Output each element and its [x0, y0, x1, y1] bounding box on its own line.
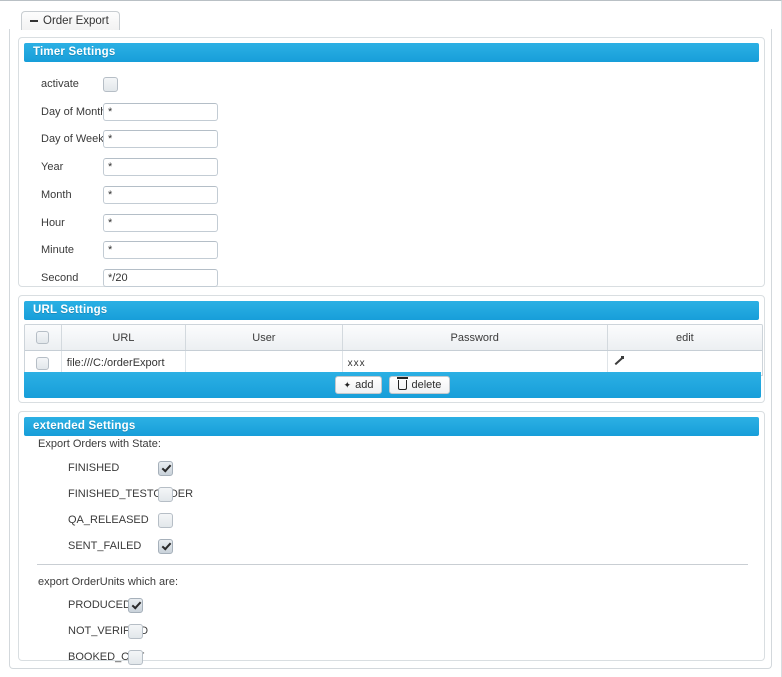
heading-export-orderunits: export OrderUnits which are: — [38, 576, 178, 588]
heading-export-orders-with-state: Export Orders with State: — [38, 438, 161, 450]
row-minute: Minute — [19, 240, 218, 260]
checkbox-unit-booked-out[interactable] — [128, 649, 143, 665]
panel-timer-settings-title: Timer Settings — [24, 43, 759, 62]
label-unit-produced: PRODUCED — [68, 599, 131, 611]
row-hour: Hour — [19, 213, 218, 233]
checkbox-activate[interactable] — [103, 76, 118, 92]
order-export-section: Timer Settings activate Day of Month Day… — [9, 29, 772, 669]
group-divider — [37, 564, 748, 565]
label-state-finished: FINISHED — [68, 462, 120, 474]
add-button[interactable]: ✦ add — [334, 376, 383, 394]
page-frame: Order Export Timer Settings activate Day… — [0, 0, 782, 677]
row-state-finished-testorder: FINISHED_TESTORDER — [38, 486, 194, 502]
th-user[interactable]: User — [185, 325, 343, 351]
label-unit-booked-out: BOOKED_OUT — [68, 651, 145, 663]
checkbox-state-sent-failed[interactable] — [158, 538, 173, 554]
panel-timer-settings: Timer Settings activate Day of Month Day… — [18, 37, 765, 287]
input-hour[interactable] — [103, 214, 218, 232]
row-month: Month — [19, 185, 218, 205]
row-activate: activate — [19, 74, 118, 94]
label-state-qa-released: QA_RELEASED — [68, 514, 149, 526]
label-state-sent-failed: SENT_FAILED — [68, 540, 142, 552]
label-day-of-week: Day of Week — [41, 133, 104, 145]
label-day-of-month: Day of Month — [41, 106, 107, 118]
label-year: Year — [41, 161, 64, 173]
th-url[interactable]: URL — [61, 325, 187, 351]
label-month: Month — [41, 189, 72, 201]
label-second: Second — [41, 272, 79, 284]
row-state-sent-failed: SENT_FAILED — [38, 538, 173, 554]
panel-extended-settings-title: extended Settings — [24, 417, 759, 436]
tab-order-export[interactable]: Order Export — [21, 11, 120, 30]
minus-icon[interactable] — [30, 20, 38, 22]
row-unit-not-verified: NOT_VERIFIED — [38, 623, 149, 639]
table-header-row: URL User Password edit — [25, 325, 762, 351]
trash-icon — [397, 377, 409, 390]
tab-label: Order Export — [43, 15, 109, 27]
input-second[interactable] — [103, 269, 218, 287]
input-minute[interactable] — [103, 241, 218, 259]
panel-url-settings: URL Settings URL User Password edit file… — [18, 295, 765, 403]
input-month[interactable] — [103, 186, 218, 204]
row-year: Year — [19, 157, 218, 177]
add-button-label: add — [355, 379, 374, 391]
th-password[interactable]: Password — [342, 325, 608, 351]
label-activate: activate — [41, 78, 79, 90]
th-select-all[interactable] — [25, 325, 62, 351]
label-state-finished-testorder: FINISHED_TESTORDER — [68, 488, 194, 500]
row-unit-produced: PRODUCED — [38, 597, 143, 613]
input-day-of-month[interactable] — [103, 103, 218, 121]
th-edit[interactable]: edit — [607, 325, 762, 351]
url-table-toolbar: ✦ add delete — [24, 372, 761, 398]
row-unit-booked-out: BOOKED_OUT — [38, 649, 145, 665]
row-state-qa-released: QA_RELEASED — [38, 512, 173, 528]
panel-extended-settings: extended Settings Export Orders with Sta… — [18, 411, 765, 665]
label-unit-not-verified: NOT_VERIFIED — [68, 625, 149, 637]
delete-button[interactable]: delete — [389, 376, 451, 394]
url-table: URL User Password edit file:///C:/orderE… — [24, 324, 763, 376]
row-day-of-week: Day of Week — [19, 129, 218, 149]
checkbox-state-finished[interactable] — [158, 460, 173, 476]
checkbox-select-all[interactable] — [36, 331, 50, 344]
row-state-finished: FINISHED — [38, 460, 173, 476]
checkbox-state-finished-testorder[interactable] — [158, 486, 173, 502]
checkbox-state-qa-released[interactable] — [158, 512, 173, 528]
row-day-of-month: Day of Month — [19, 102, 218, 122]
star-icon: ✦ — [343, 379, 352, 390]
label-minute: Minute — [41, 244, 75, 256]
checkbox-unit-produced[interactable] — [128, 597, 143, 613]
input-day-of-week[interactable] — [103, 130, 218, 148]
row-second: Second — [19, 268, 218, 288]
pencil-icon[interactable] — [613, 356, 624, 367]
tabbar: Order Export — [9, 11, 769, 31]
panel-url-settings-title: URL Settings — [24, 301, 759, 320]
checkbox-unit-not-verified[interactable] — [128, 623, 143, 639]
delete-button-label: delete — [411, 379, 442, 391]
checkbox-row-select[interactable] — [36, 356, 50, 370]
label-hour: Hour — [41, 217, 65, 229]
input-year[interactable] — [103, 158, 218, 176]
